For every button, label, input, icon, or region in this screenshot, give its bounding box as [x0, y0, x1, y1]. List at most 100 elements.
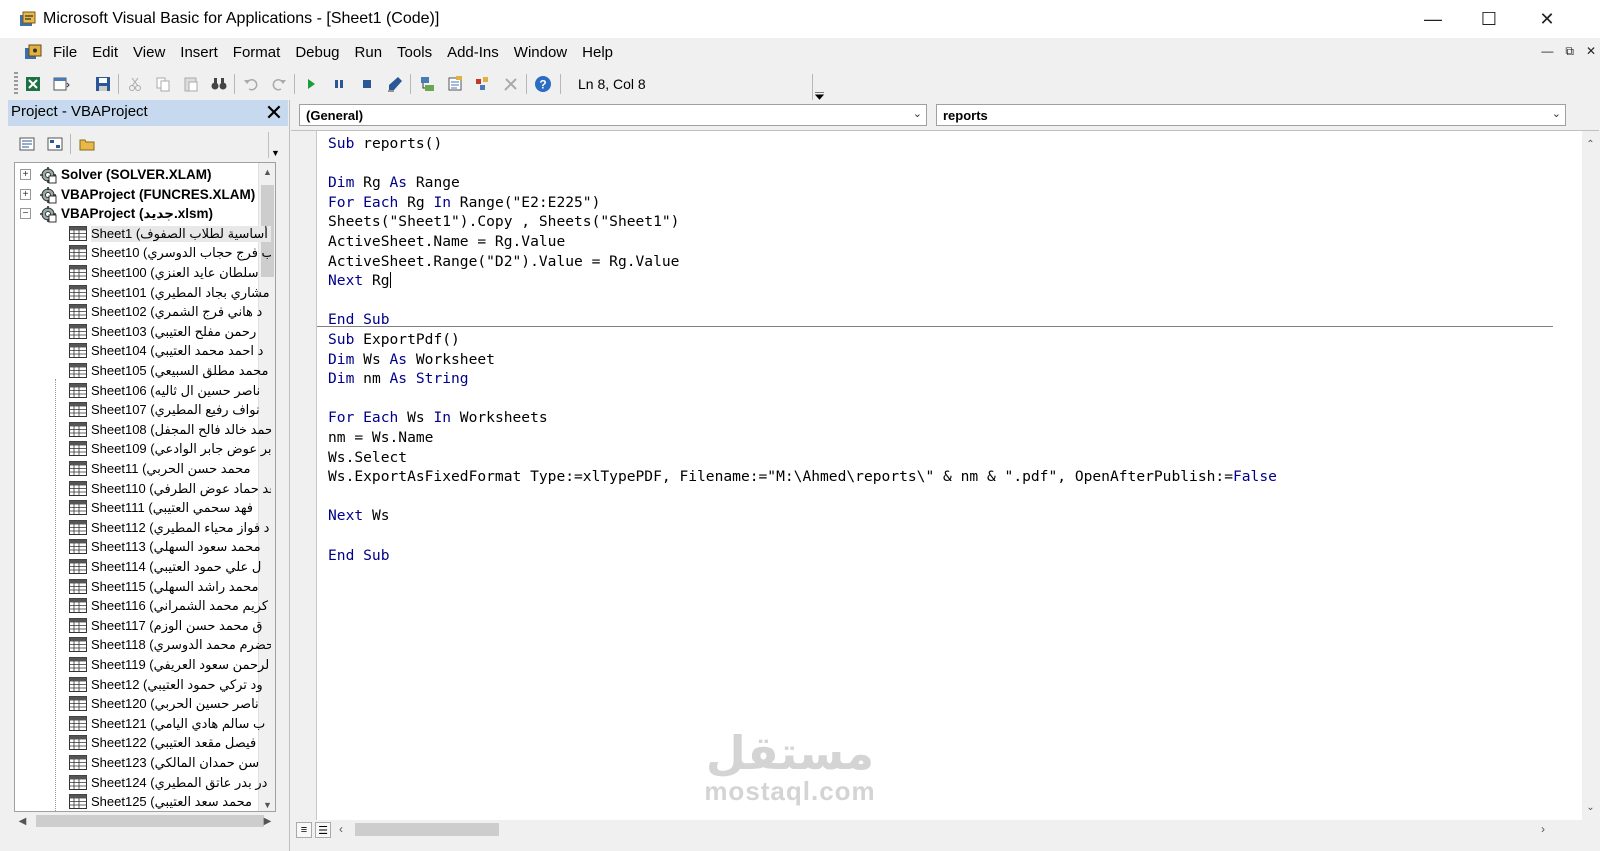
tree-sheet-node[interactable]: Sheet125 (محمد سعد العتيبي [15, 792, 275, 811]
code-line[interactable]: End Sub [328, 547, 390, 567]
toolbox-icon[interactable] [500, 73, 522, 95]
menu-help[interactable]: Help [582, 44, 613, 61]
tree-sheet-node[interactable]: Sheet101 (مشاري بجاد المطيري [15, 283, 275, 303]
view-object-icon[interactable] [44, 133, 66, 155]
project-toolbar-overflow[interactable]: ▼ [268, 132, 282, 158]
menu-addins[interactable]: Add-Ins [447, 44, 499, 61]
mdi-restore-button[interactable]: ⧉ [1565, 44, 1574, 59]
paste-icon[interactable] [180, 73, 202, 95]
tree-sheet-node[interactable]: Sheet102 (د هاني فرج الشمري [15, 302, 275, 322]
menu-window[interactable]: Window [514, 44, 567, 61]
tree-sheet-node[interactable]: Sheet114 (ل علي حمود العتيبي [15, 557, 275, 577]
reset-icon[interactable] [356, 73, 378, 95]
menu-edit[interactable]: Edit [92, 44, 118, 61]
toolbar-grip[interactable] [14, 72, 18, 96]
tree-sheet-node[interactable]: Sheet119 (لرحمن سعود العريفي [15, 655, 275, 675]
run-icon[interactable] [300, 73, 322, 95]
procedure-combo[interactable]: reports ⌄ [936, 104, 1566, 126]
code-line[interactable]: ActiveSheet.Range("D2").Value = Rg.Value [328, 253, 679, 273]
tree-sheet-node[interactable]: Sheet124 (در بدر عاتق المطيري [15, 773, 275, 793]
minimize-button[interactable]: — [1404, 0, 1462, 38]
chevron-left-icon[interactable]: ‹ [339, 822, 343, 836]
chevron-up-icon[interactable]: ⌃ [1582, 136, 1599, 153]
tree-sheet-node[interactable]: Sheet103 (رحمن مفلح العتيبي [15, 322, 275, 342]
tree-project-node[interactable]: − VBAProject (جديد.xlsm) [15, 204, 275, 224]
tree-sheet-node[interactable]: Sheet104 (د احمد محمد العتيبي [15, 341, 275, 361]
code-line[interactable]: Sub ExportPdf() [328, 331, 460, 351]
code-editor[interactable]: Sub reports() Dim Rg As Range For Each Rg … [291, 130, 1599, 821]
code-line[interactable]: End Sub [328, 311, 390, 331]
code-line[interactable]: ActiveSheet.Name = Rg.Value [328, 233, 565, 253]
scroll-left-arrow-icon[interactable]: ◀ [14, 812, 31, 830]
expander-icon[interactable]: + [20, 169, 31, 180]
chevron-down-icon[interactable]: ⌄ [1582, 799, 1599, 816]
code-line[interactable]: For Each Rg In Range("E2:E225") [328, 194, 600, 214]
redo-icon[interactable] [268, 73, 290, 95]
tree-sheet-node[interactable]: Sheet109 (بر عوض جابر الوادعي [15, 439, 275, 459]
tree-sheet-node[interactable]: Sheet1 (أساسية لطلاب الصفوف [15, 224, 275, 244]
toolbar-overflow-button[interactable] [812, 74, 826, 100]
copy-icon[interactable] [152, 73, 174, 95]
project-explorer-icon[interactable] [416, 73, 438, 95]
code-line[interactable]: Ws.Select [328, 449, 407, 469]
mdi-minimize-button[interactable]: — [1541, 44, 1553, 59]
tree-sheet-node[interactable]: Sheet113 (محمد سعود السهلي [15, 537, 275, 557]
mdi-close-button[interactable]: ✕ [1586, 44, 1596, 59]
cut-icon[interactable] [124, 73, 146, 95]
tree-sheet-node[interactable]: Sheet117 (ق محمد حسن الوزم [15, 616, 275, 636]
chevron-right-icon[interactable]: › [1541, 822, 1545, 836]
full-module-view-icon[interactable]: ☰ [315, 822, 331, 838]
tree-project-node[interactable]: + VBAProject (FUNCRES.XLAM) [15, 185, 275, 205]
view-code-icon[interactable] [16, 133, 38, 155]
tree-sheet-node[interactable]: Sheet121 (ب سالم هادي اليامي [15, 714, 275, 734]
object-combo[interactable]: (General) ⌄ [299, 104, 927, 126]
toggle-folders-icon[interactable] [76, 133, 98, 155]
tree-sheet-node[interactable]: Sheet11 (محمد حسن الحربي [15, 459, 275, 479]
excel-view-icon[interactable] [22, 73, 44, 95]
project-explorer-close-button[interactable]: ✕ [262, 100, 286, 125]
insert-module-icon[interactable] [50, 73, 72, 95]
find-icon[interactable] [208, 73, 230, 95]
tree-sheet-node[interactable]: Sheet122 (فيصل مقعد العتيبي [15, 733, 275, 753]
tree-sheet-node[interactable]: Sheet120 (ناصر حسين الحربي [15, 694, 275, 714]
code-line[interactable]: For Each Ws In Worksheets [328, 409, 548, 429]
tree-sheet-node[interactable]: Sheet118 (حضرم محمد الدوسري [15, 635, 275, 655]
menu-debug[interactable]: Debug [295, 44, 339, 61]
code-vertical-scrollbar[interactable]: ⌃ ⌄ [1582, 131, 1599, 821]
object-browser-icon[interactable] [472, 73, 494, 95]
tree-sheet-node[interactable]: Sheet12 (ود تركي حمود العتيبي [15, 675, 275, 695]
tree-sheet-node[interactable]: Sheet115 (محمد راشد السهلي [15, 577, 275, 597]
scroll-right-arrow-icon[interactable]: ▶ [259, 812, 276, 830]
tree-sheet-node[interactable]: Sheet111 (فهد سحمي العتيبي [15, 498, 275, 518]
tree-sheet-node[interactable]: Sheet110 (عد حماد عوض الطرفي [15, 479, 275, 499]
tree-sheet-node[interactable]: Sheet100 (سلطان عايد العنزي [15, 263, 275, 283]
code-line[interactable]: Dim Rg As Range [328, 174, 460, 194]
tree-sheet-node[interactable]: Sheet10 (ب فرج حجاب الدوسري [15, 243, 275, 263]
tree-sheet-node[interactable]: Sheet116 (كريم محمد الشمراني [15, 596, 275, 616]
code-hscroll-thumb[interactable] [355, 823, 499, 836]
design-mode-icon[interactable] [384, 73, 406, 95]
menu-view[interactable]: View [133, 44, 165, 61]
menu-file[interactable]: File [53, 44, 77, 61]
tree-sheet-node[interactable]: Sheet107 (نواف رفيع المطيري [15, 400, 275, 420]
breakpoint-margin[interactable] [291, 131, 317, 821]
properties-icon[interactable] [444, 73, 466, 95]
tree-sheet-node[interactable]: Sheet105 (محمد مطلق السبيعي [15, 361, 275, 381]
tree-sheet-node[interactable]: Sheet106 (ناصر حسين ال ثاليه [15, 381, 275, 401]
tree-hscroll-thumb[interactable] [36, 815, 264, 827]
menu-format[interactable]: Format [233, 44, 281, 61]
chevron-down-icon[interactable]: ⌄ [1552, 107, 1561, 120]
tree-sheet-node[interactable]: Sheet123 (سن حمدان المالكي [15, 753, 275, 773]
break-icon[interactable] [328, 73, 350, 95]
tree-sheet-node[interactable]: Sheet112 (د فواز محياء المطيري [15, 518, 275, 538]
code-line[interactable]: Sub reports() [328, 135, 442, 155]
tree-horizontal-scrollbar[interactable]: ◀ ▶ [14, 812, 276, 830]
expander-icon[interactable]: + [20, 188, 31, 200]
save-icon[interactable] [92, 73, 114, 95]
vba-menu-icon[interactable] [24, 44, 42, 62]
tree-sheet-node[interactable]: Sheet108 (حمد خالد فالح المجفل [15, 420, 275, 440]
help-icon[interactable]: ? [532, 73, 554, 95]
code-line[interactable]: Next Rg [328, 272, 391, 292]
menu-tools[interactable]: Tools [397, 44, 432, 61]
code-line[interactable]: nm = Ws.Name [328, 429, 433, 449]
